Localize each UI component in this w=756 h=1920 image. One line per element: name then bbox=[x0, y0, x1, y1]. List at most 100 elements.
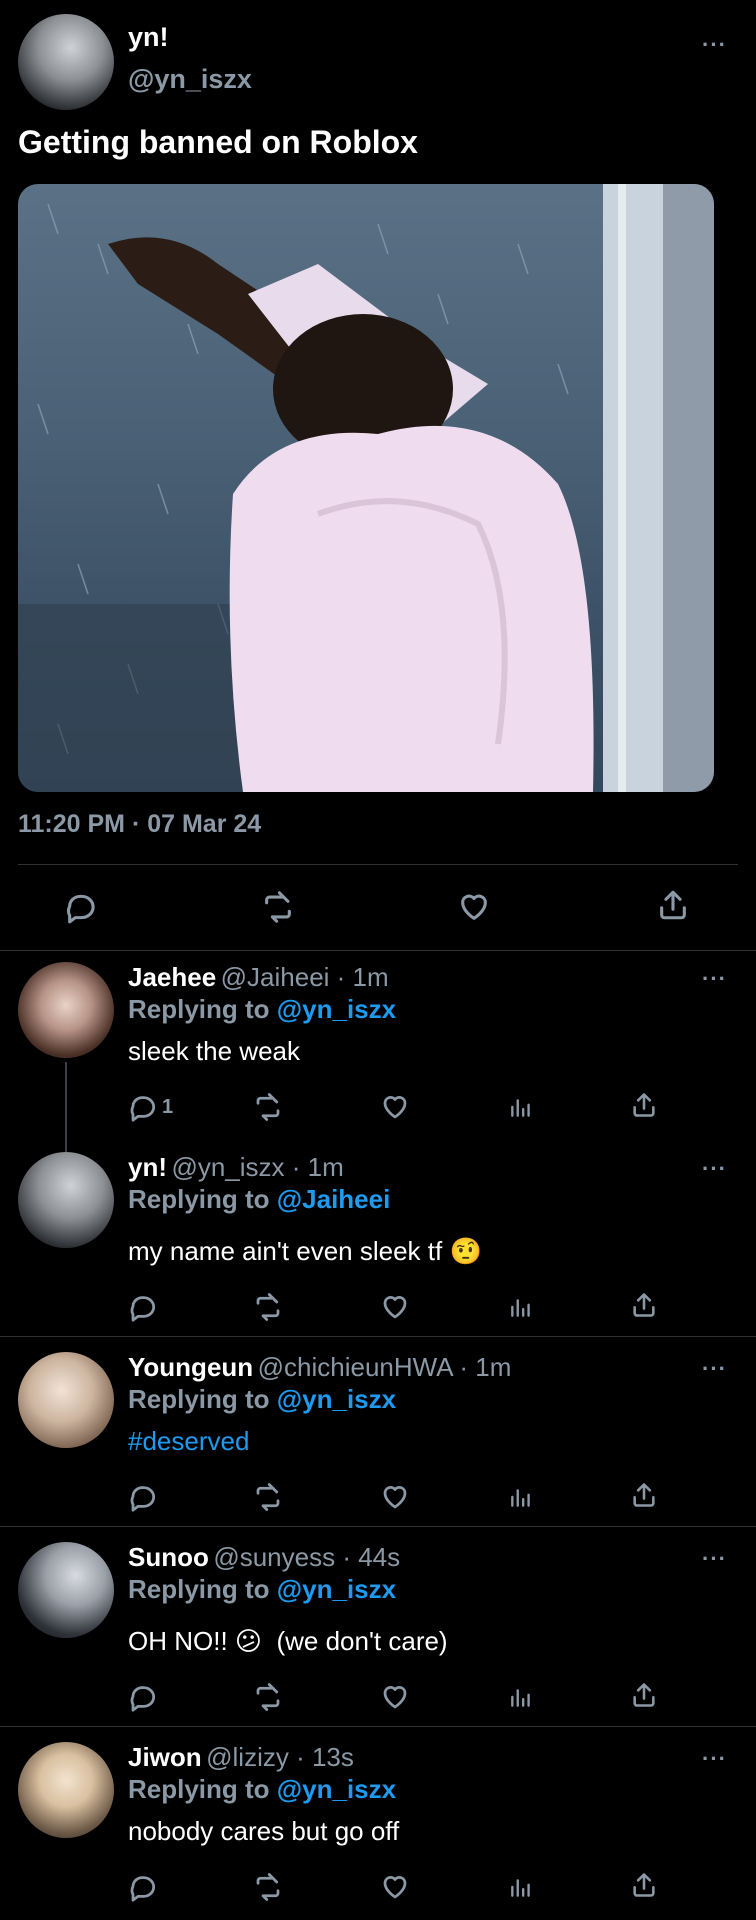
retweet-button[interactable] bbox=[252, 1292, 284, 1322]
views-icon bbox=[511, 1489, 530, 1507]
reply-button[interactable]: 1 bbox=[128, 1092, 173, 1122]
author-name[interactable]: Jaehee bbox=[128, 962, 216, 992]
share-button[interactable] bbox=[630, 1090, 658, 1120]
tweet-text: Getting banned on Roblox bbox=[18, 124, 418, 160]
author-name[interactable]: yn! bbox=[128, 22, 169, 53]
views-icon bbox=[511, 1689, 530, 1707]
share-button[interactable] bbox=[630, 1480, 658, 1510]
share-button[interactable] bbox=[656, 888, 690, 922]
views-button[interactable] bbox=[508, 1292, 534, 1322]
avatar[interactable] bbox=[18, 962, 114, 1058]
replying-to: Replying to @Jaiheei bbox=[128, 1184, 390, 1215]
replying-to-mention[interactable]: @yn_iszx bbox=[277, 994, 396, 1024]
reply-header: Sunoo @sunyess · 44s bbox=[128, 1542, 400, 1573]
like-button[interactable] bbox=[380, 1682, 410, 1712]
reply-count: 1 bbox=[162, 1095, 174, 1118]
reply-hashtag[interactable]: #deserved bbox=[128, 1426, 249, 1457]
replying-to: Replying to @yn_iszx bbox=[128, 1774, 396, 1805]
reply-header: Jiwon @lizizy · 13s bbox=[128, 1742, 354, 1773]
share-button[interactable] bbox=[630, 1290, 658, 1320]
like-button[interactable] bbox=[380, 1482, 410, 1512]
share-icon bbox=[660, 890, 686, 920]
views-icon bbox=[511, 1879, 530, 1897]
views-button[interactable] bbox=[508, 1482, 534, 1512]
avatar[interactable] bbox=[18, 1742, 114, 1838]
author-handle[interactable]: @yn_iszx · 1m bbox=[171, 1152, 343, 1182]
share-icon bbox=[633, 1873, 655, 1897]
more-icon[interactable]: ··· bbox=[702, 966, 727, 992]
more-icon[interactable]: ··· bbox=[702, 32, 727, 58]
reply-icon bbox=[130, 1486, 156, 1512]
author-handle[interactable]: @Jaiheei · 1m bbox=[221, 962, 389, 992]
author-name[interactable]: Youngeun bbox=[128, 1352, 253, 1382]
replying-to-mention[interactable]: @yn_iszx bbox=[277, 1384, 396, 1414]
more-icon[interactable]: ··· bbox=[702, 1546, 727, 1572]
replying-to: Replying to @yn_iszx bbox=[128, 1384, 396, 1415]
replying-to-mention[interactable]: @Jaiheei bbox=[277, 1184, 391, 1214]
reply-text: nobody cares but go off bbox=[128, 1816, 400, 1846]
retweet-button[interactable] bbox=[252, 1872, 284, 1902]
author-name[interactable]: Jiwon bbox=[128, 1742, 202, 1772]
retweet-icon bbox=[256, 1873, 280, 1901]
avatar[interactable] bbox=[18, 1352, 114, 1448]
reply-header: Jaehee @Jaiheei · 1m bbox=[128, 962, 389, 993]
avatar[interactable] bbox=[18, 1542, 114, 1638]
like-button[interactable] bbox=[456, 890, 492, 924]
retweet-button[interactable] bbox=[260, 890, 296, 924]
tweet-media-image[interactable] bbox=[18, 184, 714, 792]
reply-button[interactable] bbox=[128, 1292, 158, 1322]
retweet-icon bbox=[256, 1093, 280, 1121]
author-name[interactable]: Sunoo bbox=[128, 1542, 209, 1572]
thread-line bbox=[65, 1062, 67, 1152]
retweet-button[interactable] bbox=[252, 1092, 284, 1122]
reply-icon bbox=[130, 1876, 156, 1902]
like-icon bbox=[383, 1876, 407, 1899]
reply-icon bbox=[130, 1096, 156, 1122]
like-button[interactable] bbox=[380, 1092, 410, 1122]
avatar[interactable] bbox=[18, 1152, 114, 1248]
views-button[interactable] bbox=[508, 1092, 534, 1122]
replying-to-mention[interactable]: @yn_iszx bbox=[277, 1774, 396, 1804]
reply-text: sleek the weak bbox=[128, 1036, 300, 1066]
share-icon bbox=[633, 1293, 655, 1317]
share-icon bbox=[633, 1093, 655, 1117]
reply-button[interactable] bbox=[128, 1482, 158, 1512]
author-handle[interactable]: @lizizy · 13s bbox=[206, 1742, 354, 1772]
reply-header: Youngeun @chichieunHWA · 1m bbox=[128, 1352, 511, 1383]
reply-text: OH NO!! 😕 (we don't care) bbox=[128, 1626, 448, 1656]
more-icon[interactable]: ··· bbox=[702, 1156, 727, 1182]
author-handle[interactable]: @chichieunHWA · 1m bbox=[258, 1352, 512, 1382]
more-icon[interactable]: ··· bbox=[702, 1746, 727, 1772]
author-handle[interactable]: @yn_iszx bbox=[128, 64, 252, 95]
avatar[interactable] bbox=[18, 14, 114, 110]
like-icon bbox=[383, 1296, 407, 1319]
reply-button[interactable] bbox=[64, 890, 98, 924]
replying-to-label: Replying to bbox=[128, 1574, 270, 1604]
replying-to: Replying to @yn_iszx bbox=[128, 994, 396, 1025]
reply-button[interactable] bbox=[128, 1872, 158, 1902]
replying-to-mention[interactable]: @yn_iszx bbox=[277, 1574, 396, 1604]
reply-header: yn! @yn_iszx · 1m bbox=[128, 1152, 344, 1183]
share-icon bbox=[633, 1683, 655, 1707]
author-handle[interactable]: @sunyess · 44s bbox=[213, 1542, 400, 1572]
views-button[interactable] bbox=[508, 1682, 534, 1712]
like-icon bbox=[383, 1096, 407, 1119]
retweet-button[interactable] bbox=[252, 1682, 284, 1712]
share-icon bbox=[633, 1483, 655, 1507]
share-button[interactable] bbox=[630, 1870, 658, 1900]
retweet-icon bbox=[256, 1293, 280, 1321]
author-name[interactable]: yn! bbox=[128, 1152, 167, 1182]
views-icon bbox=[511, 1099, 530, 1117]
views-button[interactable] bbox=[508, 1872, 534, 1902]
share-button[interactable] bbox=[630, 1680, 658, 1710]
retweet-button[interactable] bbox=[252, 1482, 284, 1512]
reply-button[interactable] bbox=[128, 1682, 158, 1712]
like-icon bbox=[383, 1486, 407, 1509]
reply-icon bbox=[66, 894, 95, 924]
more-icon[interactable]: ··· bbox=[702, 1356, 727, 1382]
retweet-icon bbox=[256, 1683, 280, 1711]
tweet-timestamp[interactable]: 11:20 PM · 07 Mar 24 bbox=[18, 810, 261, 839]
like-button[interactable] bbox=[380, 1292, 410, 1322]
reply-icon bbox=[130, 1686, 156, 1712]
like-button[interactable] bbox=[380, 1872, 410, 1902]
